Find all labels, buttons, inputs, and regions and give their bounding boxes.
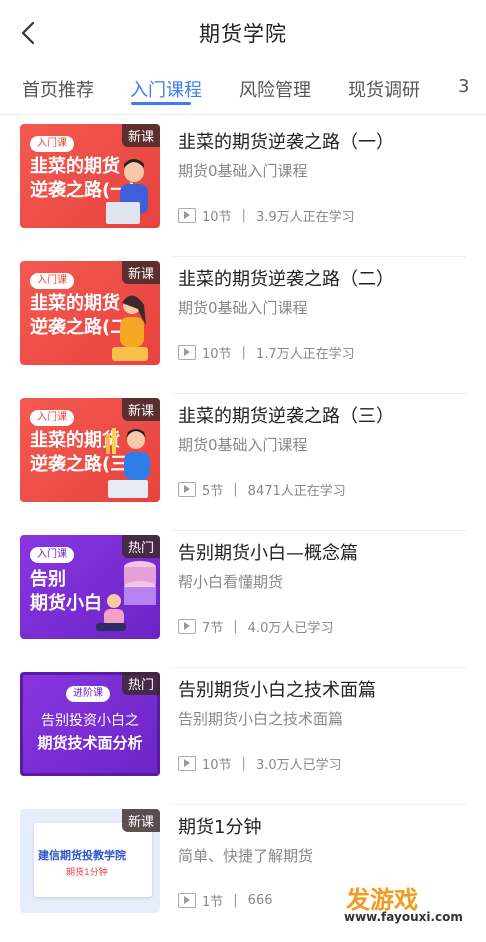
learner-count: 3.0万人已学习 xyxy=(255,758,342,773)
active-tab-indicator xyxy=(131,102,191,105)
meta-separator: | xyxy=(233,893,238,908)
student-illustration-icon xyxy=(106,159,148,224)
thumb-line-1: 建信期货投教学院 xyxy=(38,849,126,862)
thumb-line-1: 告别 xyxy=(30,569,66,590)
tab-risk-management[interactable]: 风险管理 xyxy=(239,76,311,102)
lesson-count: 10节 xyxy=(202,210,232,225)
meta-separator: | xyxy=(241,756,246,771)
hot-badge: 热门 xyxy=(121,672,160,695)
course-meta: 1节 | 666 xyxy=(178,891,273,910)
top-bar: 期货学院 xyxy=(0,0,486,66)
learner-count: 8471人正在学习 xyxy=(247,484,346,499)
course-thumbnail: 入门课 韭菜的期货 逆袭之路(一) 新课 xyxy=(20,124,160,228)
play-icon xyxy=(178,208,196,223)
new-badge: 新课 xyxy=(121,124,160,147)
thumb-line-1: 韭菜的期货 xyxy=(30,293,120,314)
lesson-count: 10节 xyxy=(202,758,232,773)
watermark-url: www.fayouxi.com xyxy=(344,910,463,924)
learner-count: 4.0万人已学习 xyxy=(247,621,334,636)
meta-separator: | xyxy=(241,345,246,360)
course-item[interactable]: 入门课 韭菜的期货 逆袭之路(二) 新课 韭菜的期货逆袭之路（二） 期货0基础入… xyxy=(0,257,486,394)
course-thumbnail: 进阶课 告别投资小白之 期货技术面分析 热门 xyxy=(20,672,160,776)
course-meta: 10节 | 3.0万人已学习 xyxy=(178,754,342,773)
play-icon xyxy=(178,345,196,360)
category-tabs: 首页推荐 入门课程 风险管理 现货调研 3 xyxy=(0,66,486,114)
hot-badge: 热门 xyxy=(121,535,160,558)
thumb-line-2: 期货1分钟 xyxy=(66,868,108,878)
course-thumbnail: 建信期货投教学院 期货1分钟 新课 xyxy=(20,809,160,913)
meta-separator: | xyxy=(241,208,246,223)
thumb-tag: 入门课 xyxy=(30,273,74,289)
meta-separator: | xyxy=(233,619,238,634)
lesson-count: 10节 xyxy=(202,347,232,362)
course-subtitle: 帮小白看懂期货 xyxy=(178,573,284,591)
meta-separator: | xyxy=(233,482,238,497)
student-illustration-icon xyxy=(112,295,148,361)
learner-count: 3.9万人正在学习 xyxy=(255,210,355,225)
course-subtitle: 期货0基础入门课程 xyxy=(178,436,308,454)
page-title: 期货学院 xyxy=(199,22,287,46)
course-subtitle: 简单、快捷了解期货 xyxy=(178,847,314,865)
course-title: 告别期货小白—概念篇 xyxy=(178,543,358,564)
course-thumbnail: 入门课 韭菜的期货 逆袭之路(二) 新课 xyxy=(20,261,160,365)
course-meta: 10节 | 3.9万人正在学习 xyxy=(178,206,355,225)
tab-spot-research[interactable]: 现货调研 xyxy=(348,76,420,102)
course-thumbnail: 入门课 告别 期货小白 热门 xyxy=(20,535,160,639)
thumb-tag: 入门课 xyxy=(30,410,74,426)
play-icon xyxy=(178,619,196,634)
course-item[interactable]: 入门课 韭菜的期货 逆袭之路(三) 新课 韭菜的期货逆袭之路（三） 期货0基础入… xyxy=(0,394,486,531)
lesson-count: 7节 xyxy=(202,621,224,636)
play-icon xyxy=(178,893,196,908)
thumb-tag: 入门课 xyxy=(30,547,74,563)
course-item[interactable]: 进阶课 告别投资小白之 期货技术面分析 热门 告别期货小白之技术面篇 告别期货小… xyxy=(0,668,486,805)
tab-more-partial[interactable]: 3 xyxy=(458,76,469,97)
course-title: 韭菜的期货逆袭之路（三） xyxy=(178,406,394,427)
course-meta: 5节 | 8471人正在学习 xyxy=(178,480,346,499)
tab-home-recommend[interactable]: 首页推荐 xyxy=(22,76,94,102)
reader-illustration-icon xyxy=(96,561,156,631)
thumb-line-2: 期货技术面分析 xyxy=(37,734,143,752)
course-title: 告别期货小白之技术面篇 xyxy=(178,680,376,701)
tabs-divider xyxy=(0,114,486,115)
course-meta: 7节 | 4.0万人已学习 xyxy=(178,617,333,636)
lesson-count: 5节 xyxy=(202,484,224,499)
new-badge: 新课 xyxy=(121,261,160,284)
course-title: 韭菜的期货逆袭之路（一） xyxy=(178,132,394,153)
course-title: 韭菜的期货逆袭之路（二） xyxy=(178,269,394,290)
course-item[interactable]: 入门课 韭菜的期货 逆袭之路(一) 新课 韭菜的期货逆袭之路（一） 期货0基础入… xyxy=(0,120,486,257)
thumb-line-2: 期货小白 xyxy=(30,593,102,614)
course-subtitle: 告别期货小白之技术面篇 xyxy=(178,710,344,728)
thumb-tag: 进阶课 xyxy=(66,686,110,702)
new-badge: 新课 xyxy=(121,809,160,832)
course-title: 期货1分钟 xyxy=(178,817,262,838)
course-thumbnail: 入门课 韭菜的期货 逆袭之路(三) 新课 xyxy=(20,398,160,502)
play-icon xyxy=(178,482,196,497)
new-badge: 新课 xyxy=(121,398,160,421)
learner-count: 1.7万人正在学习 xyxy=(255,347,355,362)
course-subtitle: 期货0基础入门课程 xyxy=(178,299,308,317)
tab-beginner-courses[interactable]: 入门课程 xyxy=(130,76,202,102)
course-meta: 10节 | 1.7万人正在学习 xyxy=(178,343,355,362)
lesson-count: 1节 xyxy=(202,895,224,910)
student-illustration-icon xyxy=(106,428,150,498)
course-item[interactable]: 入门课 告别 期货小白 热门 告别期货小白—概念篇 帮小白看懂期货 7节 | 4… xyxy=(0,531,486,668)
thumb-line-1: 告别投资小白之 xyxy=(41,713,139,729)
course-subtitle: 期货0基础入门课程 xyxy=(178,162,308,180)
play-icon xyxy=(178,756,196,771)
site-watermark: 发游戏 www.fayouxi.com xyxy=(336,878,486,930)
learner-count: 666 xyxy=(247,893,273,908)
thumb-tag: 入门课 xyxy=(30,136,74,152)
